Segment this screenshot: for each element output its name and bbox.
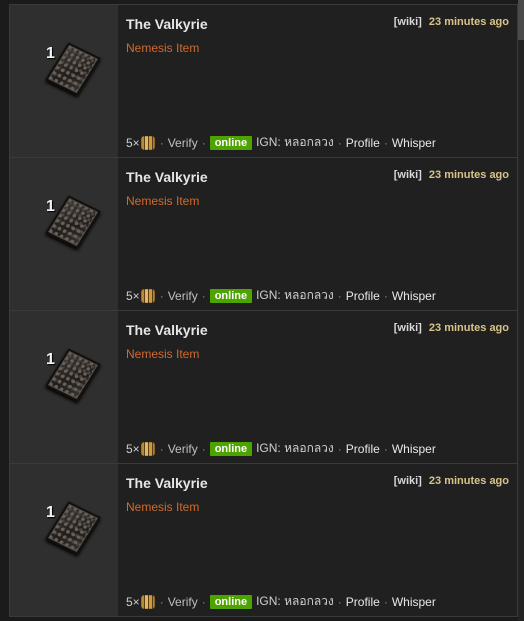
item-name[interactable]: The Valkyrie <box>126 169 208 185</box>
wiki-link[interactable]: [wiki] <box>394 322 422 334</box>
currency-orb-icon <box>140 135 155 150</box>
listing-meta: [wiki] 23 minutes ago <box>394 475 509 487</box>
profile-link[interactable]: Profile <box>346 442 380 456</box>
search-results-list: 1 The Valkyrie [wiki] 23 minutes ago Nem… <box>9 4 518 617</box>
wiki-link[interactable]: [wiki] <box>394 16 422 28</box>
listing-info: The Valkyrie [wiki] 23 minutes ago Nemes… <box>118 464 517 616</box>
currency-orb-icon <box>140 594 155 609</box>
separator: · <box>337 135 342 150</box>
listed-time: 23 minutes ago <box>428 322 509 334</box>
separator: · <box>201 288 206 303</box>
separator: · <box>201 594 206 609</box>
listing-actions: 5× · Verify · online IGN: หลอกลวง · Prof… <box>126 133 436 152</box>
listing-info: The Valkyrie [wiki] 23 minutes ago Nemes… <box>118 5 517 157</box>
item-thumbnail[interactable]: 1 <box>10 464 118 616</box>
price-amount: 5× <box>126 288 140 303</box>
seller-ign: IGN: หลอกลวง <box>256 594 334 608</box>
seller-ign: IGN: หลอกลวง <box>256 441 334 455</box>
separator: · <box>383 135 388 150</box>
online-status-badge: online <box>209 594 253 609</box>
listed-time: 23 minutes ago <box>428 475 509 487</box>
scrollbar-thumb[interactable] <box>518 0 524 40</box>
separator: · <box>201 441 206 456</box>
profile-link[interactable]: Profile <box>346 595 380 609</box>
item-name[interactable]: The Valkyrie <box>126 475 208 491</box>
whisper-link[interactable]: Whisper <box>392 136 436 150</box>
listing-info: The Valkyrie [wiki] 23 minutes ago Nemes… <box>118 158 517 310</box>
price-amount: 5× <box>126 594 140 609</box>
separator: · <box>159 288 164 303</box>
item-modifier: Nemesis Item <box>126 500 200 514</box>
online-status-badge: online <box>209 135 253 150</box>
online-status-badge: online <box>209 288 253 303</box>
seller-ign: IGN: หลอกลวง <box>256 135 334 149</box>
verify-link[interactable]: Verify <box>168 442 198 456</box>
wiki-link[interactable]: [wiki] <box>394 475 422 487</box>
separator: · <box>159 594 164 609</box>
item-name[interactable]: The Valkyrie <box>126 16 208 32</box>
listing-row: 1 The Valkyrie [wiki] 23 minutes ago Nem… <box>9 464 518 617</box>
stack-size: 1 <box>46 45 55 62</box>
separator: · <box>337 594 342 609</box>
seller-ign: IGN: หลอกลวง <box>256 288 334 302</box>
item-modifier: Nemesis Item <box>126 194 200 208</box>
item-modifier: Nemesis Item <box>126 41 200 55</box>
listing-actions: 5× · Verify · online IGN: หลอกลวง · Prof… <box>126 439 436 458</box>
item-thumbnail[interactable]: 1 <box>10 158 118 310</box>
item-thumbnail[interactable]: 1 <box>10 311 118 463</box>
item-name[interactable]: The Valkyrie <box>126 322 208 338</box>
separator: · <box>337 288 342 303</box>
listing-row: 1 The Valkyrie [wiki] 23 minutes ago Nem… <box>9 158 518 311</box>
separator: · <box>383 594 388 609</box>
listed-time: 23 minutes ago <box>428 16 509 28</box>
listing-row: 1 The Valkyrie [wiki] 23 minutes ago Nem… <box>9 311 518 464</box>
whisper-link[interactable]: Whisper <box>392 289 436 303</box>
separator: · <box>383 288 388 303</box>
separator: · <box>337 441 342 456</box>
profile-link[interactable]: Profile <box>346 136 380 150</box>
price-amount: 5× <box>126 135 140 150</box>
stack-size: 1 <box>46 351 55 368</box>
whisper-link[interactable]: Whisper <box>392 595 436 609</box>
listing-meta: [wiki] 23 minutes ago <box>394 16 509 28</box>
scrollbar[interactable] <box>518 0 524 621</box>
online-status-badge: online <box>209 441 253 456</box>
price-amount: 5× <box>126 441 140 456</box>
listing-row: 1 The Valkyrie [wiki] 23 minutes ago Nem… <box>9 4 518 158</box>
separator: · <box>383 441 388 456</box>
separator: · <box>201 135 206 150</box>
item-thumbnail[interactable]: 1 <box>10 5 118 157</box>
currency-orb-icon <box>140 441 155 456</box>
stack-size: 1 <box>46 504 55 521</box>
whisper-link[interactable]: Whisper <box>392 442 436 456</box>
listing-actions: 5× · Verify · online IGN: หลอกลวง · Prof… <box>126 286 436 305</box>
separator: · <box>159 441 164 456</box>
verify-link[interactable]: Verify <box>168 136 198 150</box>
listing-info: The Valkyrie [wiki] 23 minutes ago Nemes… <box>118 311 517 463</box>
item-modifier: Nemesis Item <box>126 347 200 361</box>
stack-size: 1 <box>46 198 55 215</box>
listed-time: 23 minutes ago <box>428 169 509 181</box>
listing-meta: [wiki] 23 minutes ago <box>394 322 509 334</box>
verify-link[interactable]: Verify <box>168 289 198 303</box>
wiki-link[interactable]: [wiki] <box>394 169 422 181</box>
separator: · <box>159 135 164 150</box>
listing-meta: [wiki] 23 minutes ago <box>394 169 509 181</box>
verify-link[interactable]: Verify <box>168 595 198 609</box>
listing-actions: 5× · Verify · online IGN: หลอกลวง · Prof… <box>126 592 436 611</box>
profile-link[interactable]: Profile <box>346 289 380 303</box>
currency-orb-icon <box>140 288 155 303</box>
